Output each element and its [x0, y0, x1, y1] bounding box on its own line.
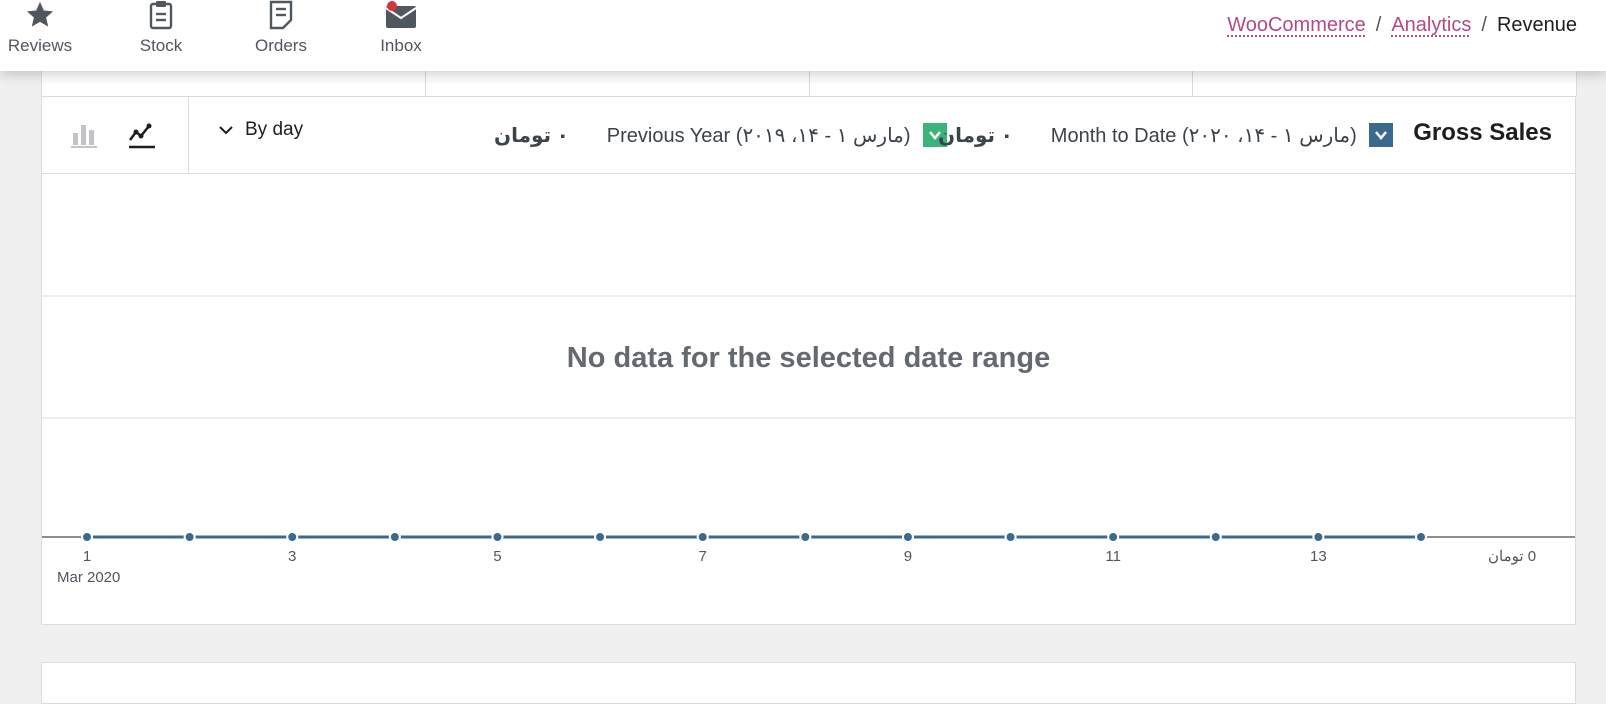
no-data-message: No data for the selected date range	[566, 342, 1051, 374]
x-tick-label: 1	[83, 548, 91, 565]
x-tick-label: 11	[1105, 548, 1121, 565]
chevron-down-icon	[1374, 131, 1387, 140]
panel-title: Gross Sales	[1413, 119, 1552, 146]
data-point	[81, 531, 93, 543]
data-point	[183, 531, 196, 543]
interval-label: By day	[245, 119, 304, 140]
next-panel	[41, 662, 1576, 704]
legend-checkbox[interactable]	[1368, 123, 1393, 147]
data-point	[594, 531, 607, 543]
data-point	[799, 531, 812, 543]
breadcrumb-analytics[interactable]: Analytics	[1391, 14, 1471, 37]
data-point	[388, 531, 401, 543]
line-chart-icon	[129, 123, 155, 149]
nav-item-stock[interactable]: Stock	[116, 0, 206, 70]
chart-panel: By day ۰ تومان Previous Year (مارس ۱ - ۱…	[41, 96, 1576, 625]
legend-value: ۰ تومان	[494, 124, 569, 147]
chart-panel-header: By day ۰ تومان Previous Year (مارس ۱ - ۱…	[42, 97, 1575, 174]
nav-label-reviews: Reviews	[7, 36, 73, 55]
legend-previous-year[interactable]: ۰ تومان Previous Year (مارس ۱ - ۱۴، ۲۰۱۹…	[494, 117, 947, 153]
y-tick-label: 0 تومان	[1488, 548, 1536, 565]
data-point	[1209, 531, 1222, 543]
x-tick-label: 13	[1310, 548, 1327, 565]
x-tick-label: 7	[699, 548, 707, 565]
bar-chart-icon	[71, 125, 97, 148]
x-tick-label: 5	[493, 548, 501, 565]
legend-label: Previous Year (مارس ۱ - ۱۴، ۲۰۱۹)	[606, 124, 911, 147]
nav-label-inbox: Inbox	[380, 36, 422, 55]
nav-item-inbox[interactable]: Inbox	[356, 0, 446, 70]
breadcrumb-separator: /	[1375, 14, 1382, 36]
data-point	[491, 531, 504, 543]
data-point	[901, 531, 914, 543]
breadcrumb-separator: /	[1481, 14, 1487, 36]
legend-value: ۰ تومان	[938, 124, 1013, 147]
breadcrumb-current: Revenue	[1496, 14, 1577, 36]
data-point	[1004, 531, 1017, 543]
line-chart-button[interactable]	[124, 117, 160, 153]
breadcrumb: WooCommerce / Analytics / Revenue	[1227, 14, 1577, 37]
nav-item-orders[interactable]: Orders	[236, 0, 326, 70]
data-point	[286, 531, 299, 543]
nav-item-reviews[interactable]: Reviews	[0, 0, 85, 70]
chevron-down-icon	[219, 126, 233, 135]
data-point	[1415, 531, 1427, 543]
data-point	[1312, 531, 1325, 543]
line-chart: 1 3 5 7 9 11 13Mar 20200 تومان	[42, 295, 1575, 586]
bar-chart-button[interactable]	[66, 117, 102, 153]
breadcrumb-woocommerce[interactable]: WooCommerce	[1227, 14, 1366, 37]
top-header: Reviews Stock Orders Inbox WooCommerce /…	[0, 0, 1606, 71]
nav-label-stock: Stock	[139, 36, 183, 55]
legend-label: Month to Date (مارس ۱ - ۱۴، ۲۰۲۰)	[1050, 124, 1357, 147]
x-tick-label: 9	[904, 548, 912, 565]
x-tick-label: 3	[288, 548, 296, 565]
document-icon	[261, 0, 301, 34]
star-icon	[20, 0, 60, 34]
x-axis-subtitle: Mar 2020	[57, 569, 120, 586]
legend-month-to-date[interactable]: ۰ تومان Month to Date (مارس ۱ - ۱۴، ۲۰۲۰…	[938, 117, 1393, 153]
chart-area: 1 3 5 7 9 11 13 Mar 2020 0 تومان No data for the…	[42, 174, 1575, 623]
nav-label-orders: Orders	[255, 36, 307, 55]
mail-icon	[381, 0, 421, 34]
data-point	[696, 531, 709, 543]
interval-select[interactable]: By day	[217, 119, 303, 141]
data-point	[1107, 531, 1120, 543]
clipboard-icon	[141, 0, 181, 34]
chart-type-selector	[42, 97, 189, 173]
